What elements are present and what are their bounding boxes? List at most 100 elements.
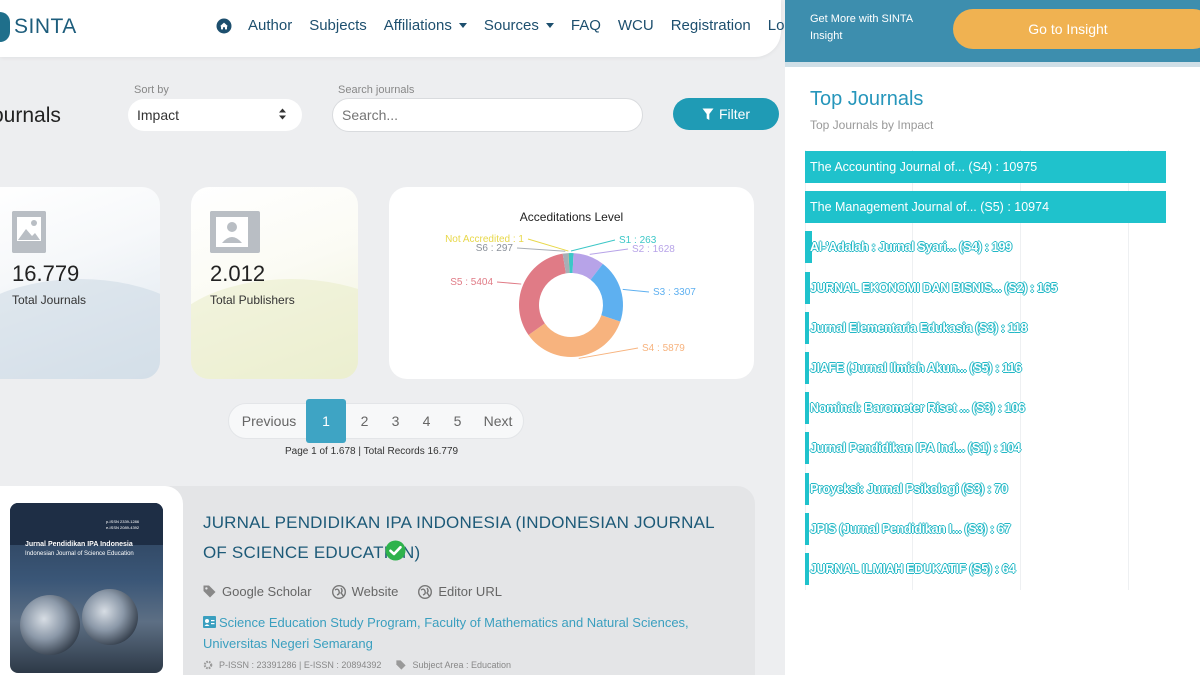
top-journal-label[interactable]: The Management Journal of... (S5) : 1097… [810,191,1049,223]
sort-label: Sort by [134,84,169,96]
nav-registration-label: Registration [670,17,751,34]
nav-author[interactable]: Author [248,17,292,34]
filter-icon [702,108,714,120]
verified-check-icon [385,540,406,561]
donut-leader-line [570,239,616,252]
pagination-page-5[interactable]: 5 [442,404,473,438]
image-icon [12,211,46,253]
google-scholar-link[interactable]: Google Scholar [203,584,312,599]
top-journal-label[interactable]: Nominal: Barometer Riset ... (S3) : 106 [810,392,1025,424]
pagination-page-2[interactable]: 2 [349,404,380,438]
top-journal-bar[interactable] [805,352,809,384]
top-journal-label[interactable]: Jurnal Elementaria Edukasia (S3) : 118 [810,312,1027,344]
journal-affiliation[interactable]: Science Education Study Program, Faculty… [203,612,693,654]
tag-icon [396,660,407,670]
total-journals-value: 16.779 [12,261,80,286]
top-journals-subtitle: Top Journals by Impact [810,118,934,132]
nav-author-label: Author [248,17,293,34]
tag-icon [203,585,216,598]
insight-strip [785,62,1200,67]
navbar: SINTA Author Subjects Affiliations Sourc… [0,0,785,57]
pagination-page-3[interactable]: 3 [380,404,411,438]
top-journal-label[interactable]: The Accounting Journal of... (S4) : 1097… [810,151,1037,183]
top-journal-bar[interactable] [805,553,809,585]
editor-url-label: Editor URL [438,584,502,599]
nav-login[interactable]: Login [768,17,785,34]
logo-mark [0,12,10,42]
sort-select-value: Impact [137,107,180,123]
cover-title: Jurnal Pendidikan IPA Indonesia [25,541,133,548]
top-journal-label[interactable]: Jurnal Pendidikan IPA Ind... (S1) : 104 [810,432,1021,464]
journal-subject-area: Subject Area : Education [412,660,512,670]
chevron-down-icon [545,23,554,28]
nav-wcu-label: WCU [617,17,654,34]
pagination-page-4[interactable]: 4 [411,404,442,438]
top-journal-label[interactable]: JPIS (Jurnal Pendidikan I... (S3) : 67 [810,513,1011,545]
nav-subjects-label: Subjects [309,17,367,34]
donut-label-s5: S5 : 5404 [450,277,493,288]
journal-cover-wrapper: p-ISSN 2339-1286 e-ISSN 2089-4392 Jurnal… [0,486,183,675]
top-journal-bar[interactable] [805,432,809,465]
nav-sources-label: Sources [483,17,539,34]
filter-button[interactable]: Filter [673,98,779,130]
microscope-lens-decoration [20,595,80,655]
nav-faq[interactable]: FAQ [571,17,601,34]
pagination-previous[interactable]: Previous [229,404,303,438]
top-journal-label[interactable]: JURNAL ILMIAH EDUKATIF (S5) : 64 [810,553,1016,585]
donut-leader-line [589,248,629,255]
editor-url-link[interactable]: Editor URL [418,584,502,599]
top-journal-bar[interactable] [805,392,809,425]
website-label: Website [351,584,399,599]
home-icon[interactable] [216,18,232,34]
nav-registration[interactable]: Registration [671,17,751,34]
top-journal-bar[interactable] [805,311,809,344]
top-journal-label[interactable]: JIAFE (Jurnal Ilmiah Akun... (S5) : 116 [810,352,1022,384]
nav-subjects[interactable]: Subjects [309,17,367,34]
sort-updown-icon [279,108,286,120]
donut-slice-s5[interactable] [519,253,566,335]
cover-subtitle: Indonesian Journal of Science Education [25,551,134,557]
website-link[interactable]: Website [331,584,399,599]
donut-leader-line [496,281,522,285]
journal-cover-image[interactable]: p-ISSN 2339-1286 e-ISSN 2089-4392 Jurnal… [10,503,163,673]
total-journals-label: Total Journals [12,293,87,307]
accreditation-chart-card: Acceditations Level S1 : 263 S2 : 1628 S3 … [389,187,754,379]
contact-card-icon [210,211,260,253]
journal-title[interactable]: JURNAL PENDIDIKAN IPA INDONESIA (INDONES… [203,508,723,568]
go-to-insight-button[interactable]: Go to Insight [953,9,1200,49]
nav-affiliations-label: Affiliations [383,17,452,34]
nav-login-label: Login [767,17,785,34]
insight-text: Get More with SINTA Insight [810,11,925,45]
top-journal-bar[interactable] [805,512,809,545]
donut-label-not-accredited: Not Accredited : 1 [445,234,524,245]
donut-label-s2: S2 : 1628 [632,244,675,255]
nav-sources[interactable]: Sources [484,17,554,34]
search-input[interactable] [332,98,643,132]
pagination-page-1[interactable]: 1 [306,399,346,443]
pagination: Previous 1 2 3 4 5 Next [228,399,524,443]
top-journal-bar[interactable] [805,472,809,505]
donut-label-s4: S4 : 5879 [642,343,685,354]
cover-header [10,503,163,545]
sort-select[interactable]: Impact [128,99,302,131]
main-content: SINTA Author Subjects Affiliations Sourc… [0,0,785,675]
journal-issn-line: P-ISSN : 23391286 | E-ISSN : 20894392 Su… [203,660,516,670]
top-journal-label[interactable]: Proyeksi: Jurnal Psikologi (S3) : 70 [810,473,1008,505]
nav-affiliations[interactable]: Affiliations [384,17,467,34]
pagination-next[interactable]: Next [473,404,523,438]
top-journals-title: Top Journals [810,88,924,110]
id-card-icon [203,616,216,628]
stat-card-publishers: 2.012 Total Publishers [191,187,358,379]
pagination-info: Page 1 of 1.678 | Total Records 16.779 [285,446,459,457]
top-journal-label[interactable]: Al-'Adalah : Jurnal Syari... (S4) : 199 [810,231,1012,263]
nav-wcu[interactable]: WCU [618,17,654,34]
nav-faq-label: FAQ [570,17,601,34]
logo[interactable]: SINTA [0,12,77,42]
cover-issn: p-ISSN 2339-1286 e-ISSN 2089-4392 [106,519,140,530]
donut-label-s3: S3 : 3307 [653,287,696,298]
insight-text-content: Get More with SINTA Insight [810,13,913,42]
microscope-lens-decoration [82,589,138,645]
top-journal-label[interactable]: JURNAL EKONOMI DAN BISNIS... (S2) : 165 [810,272,1057,304]
filter-button-label: Filter [718,106,751,122]
google-scholar-label: Google Scholar [222,584,312,599]
